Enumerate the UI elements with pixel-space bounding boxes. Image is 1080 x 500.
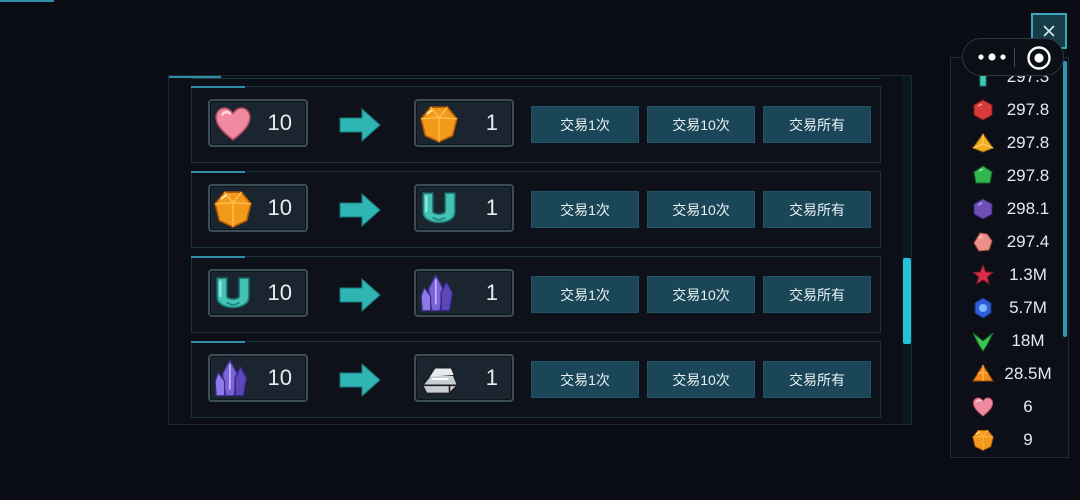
output-item-slot: 1 xyxy=(414,99,514,147)
heart-gem-icon xyxy=(971,395,995,419)
red-gem-icon xyxy=(973,99,993,121)
resource-panel: 297.3 297.8 297.8 297.8 298.1 297.4 1.3M… xyxy=(950,57,1069,458)
resource-value: 6 xyxy=(1023,397,1033,416)
output-item-slot: 1 xyxy=(414,354,514,402)
orange-gem-icon xyxy=(971,428,995,452)
row-accent-line xyxy=(191,256,245,258)
resource-value: 298.1 xyxy=(1006,199,1050,218)
trade-row: 10 1 交易1次 交易10次 交易所有 xyxy=(191,256,881,333)
exit-target-icon[interactable] xyxy=(1026,45,1052,71)
red-star-icon xyxy=(971,263,995,286)
resource-item: 297.4 xyxy=(951,223,1061,256)
resource-value: 297.4 xyxy=(1006,232,1050,251)
trade-ten-button[interactable]: 交易10次 xyxy=(647,361,755,398)
input-count: 10 xyxy=(267,365,292,390)
trade-list-scrollbar[interactable] xyxy=(902,76,911,424)
input-item-slot: 10 xyxy=(208,184,308,232)
input-count: 10 xyxy=(267,280,292,305)
trade-all-button[interactable]: 交易所有 xyxy=(763,191,871,228)
trade-row: 10 1 交易1次 交易10次 交易所有 xyxy=(191,171,881,248)
trade-all-button[interactable]: 交易所有 xyxy=(763,276,871,313)
resource-value: 5.7M xyxy=(1009,298,1047,317)
resource-item: 297.8 xyxy=(951,157,1061,190)
trade-ten-button[interactable]: 交易10次 xyxy=(647,106,755,143)
resource-value: 18M xyxy=(1011,331,1045,350)
resource-value: 28.5M xyxy=(1004,364,1052,383)
trade-all-button[interactable]: 交易所有 xyxy=(763,361,871,398)
resource-item: 5.7M xyxy=(951,289,1061,322)
arrow-right-icon xyxy=(339,192,381,228)
input-item-slot: 10 xyxy=(208,354,308,402)
pink-gem-icon xyxy=(973,232,993,252)
green-leaf-icon xyxy=(972,332,994,352)
silver-ingot-icon xyxy=(418,358,460,400)
blue-orb-icon xyxy=(974,297,992,319)
resource-item: 18M xyxy=(951,322,1061,355)
trade-ten-button[interactable]: 交易10次 xyxy=(647,276,755,313)
trade-once-button[interactable]: 交易1次 xyxy=(531,106,639,143)
row-accent-line xyxy=(191,171,245,173)
input-count: 10 xyxy=(267,195,292,220)
row-accent-line xyxy=(191,86,245,88)
resource-value: 297.8 xyxy=(1006,133,1050,152)
more-options-icon[interactable] xyxy=(975,39,1009,75)
resource-value: 297.8 xyxy=(1006,100,1050,119)
purple-gem-icon xyxy=(973,198,993,220)
output-count: 1 xyxy=(485,365,498,390)
teal-magnet-icon xyxy=(418,188,460,230)
trade-panel: 10 1 交易1次 交易10次 交易所有 10 1 交易1次 交易10次 交易所… xyxy=(168,75,912,425)
resource-item: 9 xyxy=(951,421,1061,454)
resource-item: 28.5M xyxy=(951,355,1061,388)
trade-row: 10 1 交易1次 交易10次 交易所有 xyxy=(191,86,881,163)
output-count: 1 xyxy=(485,195,498,220)
menu-capsule xyxy=(962,38,1064,76)
orange-gem-icon xyxy=(212,188,254,230)
orange-gem-icon xyxy=(418,103,460,145)
input-item-slot: 10 xyxy=(208,269,308,317)
trade-once-button[interactable]: 交易1次 xyxy=(531,276,639,313)
row-accent-line xyxy=(191,341,245,343)
resource-item: 298.1 xyxy=(951,190,1061,223)
resource-item: 6 xyxy=(951,388,1061,421)
resource-item: 297.8 xyxy=(951,91,1061,124)
resource-item: 1.3M xyxy=(951,256,1061,289)
resource-item: 297.8 xyxy=(951,124,1061,157)
resource-value: 297.8 xyxy=(1006,166,1050,185)
trade-once-button[interactable]: 交易1次 xyxy=(531,191,639,228)
panel-divider xyxy=(191,78,881,79)
trade-list-scroll-thumb[interactable] xyxy=(903,258,911,344)
arrow-right-icon xyxy=(339,362,381,398)
trade-row: 10 1 交易1次 交易10次 交易所有 xyxy=(191,341,881,418)
purple-crystal-icon xyxy=(418,273,460,315)
trade-once-button[interactable]: 交易1次 xyxy=(531,361,639,398)
green-gem-icon xyxy=(973,165,993,184)
purple-crystal-icon xyxy=(212,358,254,400)
trade-ten-button[interactable]: 交易10次 xyxy=(647,191,755,228)
resource-value: 1.3M xyxy=(1009,265,1047,284)
resource-scrollbar[interactable] xyxy=(1063,61,1067,337)
arrow-right-icon xyxy=(339,277,381,313)
orange-pyramid-icon xyxy=(972,364,994,382)
resource-value: 9 xyxy=(1023,430,1033,449)
arrow-right-icon xyxy=(339,107,381,143)
heart-gem-icon xyxy=(212,103,254,145)
capsule-divider xyxy=(1014,48,1015,67)
output-item-slot: 1 xyxy=(414,184,514,232)
input-count: 10 xyxy=(267,110,292,135)
output-item-slot: 1 xyxy=(414,269,514,317)
teal-magnet-icon xyxy=(212,273,254,315)
output-count: 1 xyxy=(485,280,498,305)
output-count: 1 xyxy=(485,110,498,135)
yellow-gem-icon xyxy=(972,133,994,153)
trade-all-button[interactable]: 交易所有 xyxy=(763,106,871,143)
top-accent-line xyxy=(0,0,54,2)
input-item-slot: 10 xyxy=(208,99,308,147)
